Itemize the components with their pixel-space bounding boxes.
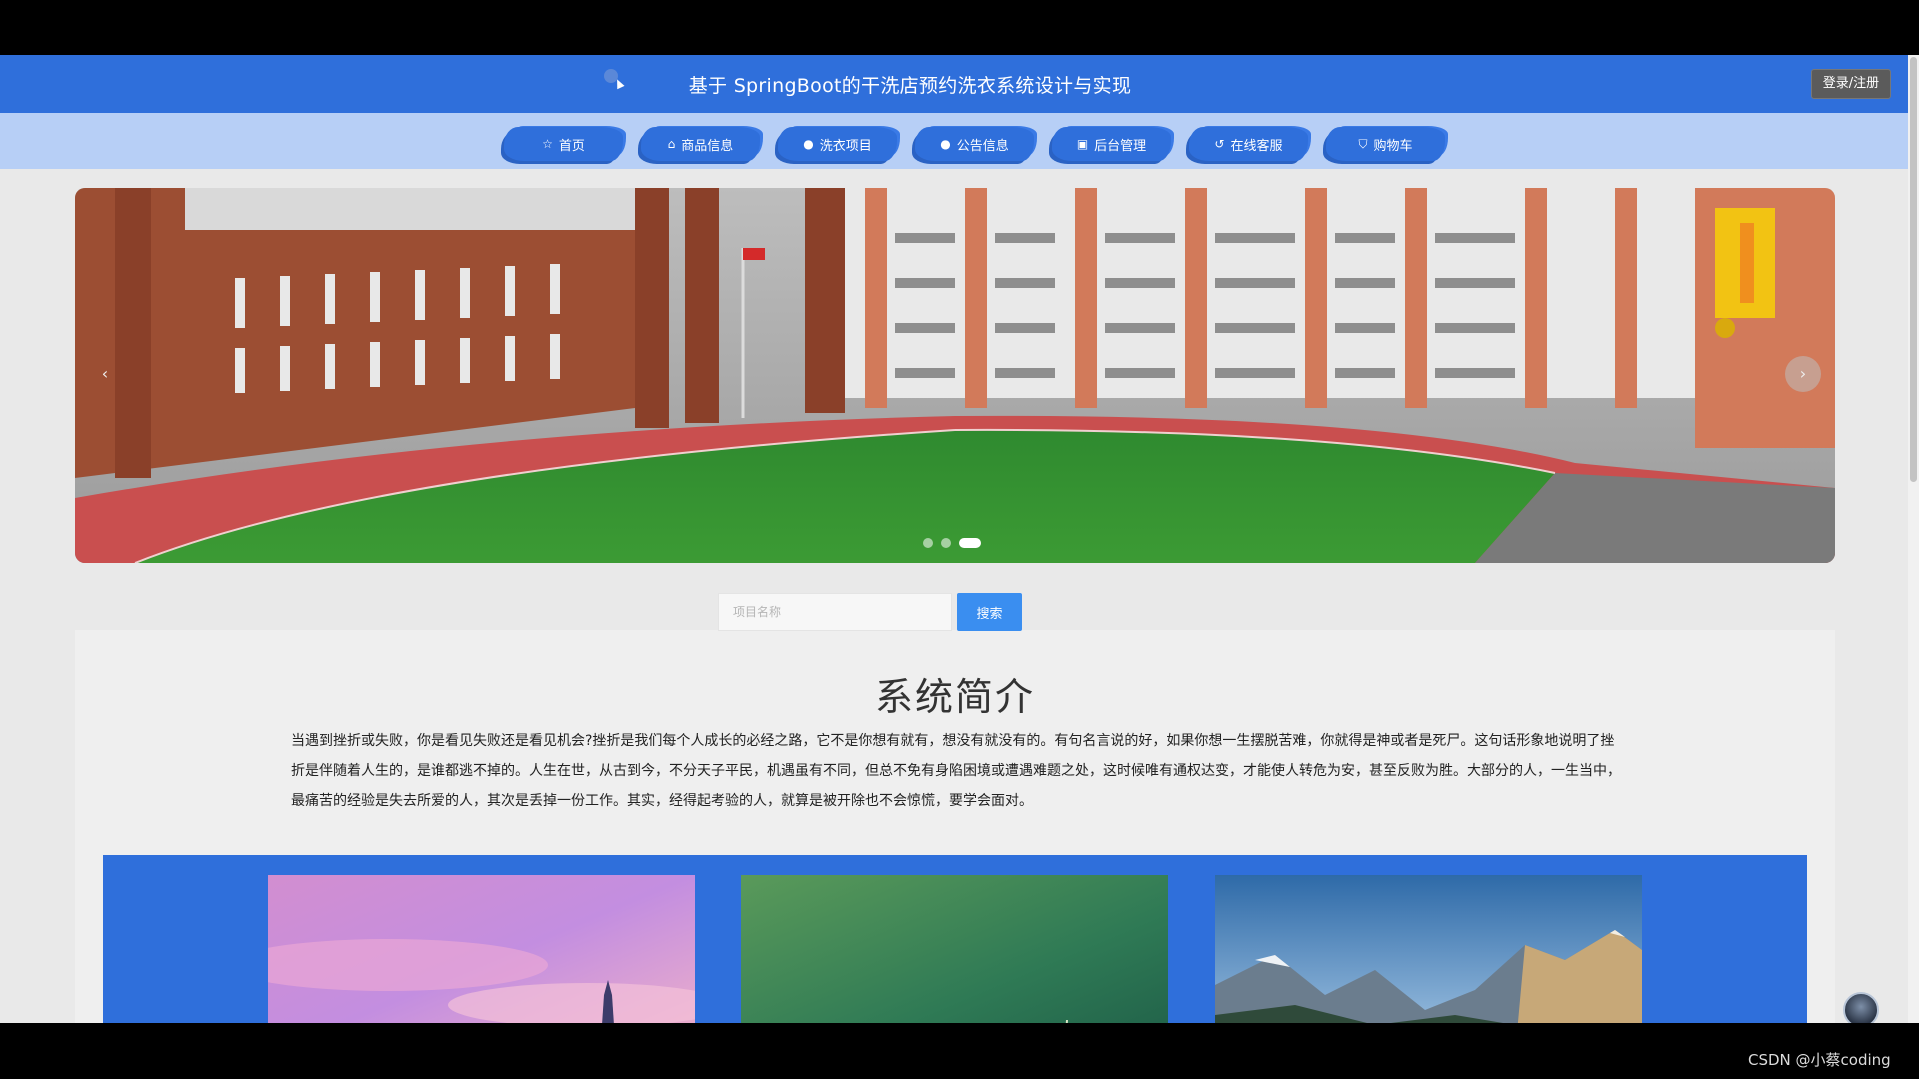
bag-icon: ⌂ [667, 137, 676, 151]
gallery-card-mountains[interactable] [1215, 875, 1642, 1023]
carousel-indicators [923, 538, 981, 548]
nav-bar: ☆ 首页 ⌂ 商品信息 ● 洗衣项目 ● 公告信息 ▣ 后台管理 ↺ 在线客服 ⛉ 购物车 [0, 113, 1908, 169]
carousel-dot[interactable] [923, 538, 933, 548]
star-icon: ☆ [542, 137, 553, 151]
nav-item-2[interactable]: ● 洗衣项目 [778, 127, 897, 161]
search-button[interactable]: 搜索 [957, 593, 1022, 631]
nav-item-label: 后台管理 [1094, 138, 1147, 154]
gallery-image-sunset [268, 875, 695, 1023]
intro-text: 当遇到挫折或失败，你是看见失败还是看见机会?挫折是我们每个人成长的必经之路，它不… [291, 733, 1621, 809]
nav-item-5[interactable]: ↺ 在线客服 [1189, 127, 1308, 161]
nav-item-label: 在线客服 [1230, 138, 1283, 154]
carousel-next-button[interactable]: › [1785, 356, 1821, 392]
nav-item-label: 购物车 [1373, 138, 1413, 154]
nav-item-label: 首页 [558, 138, 585, 154]
banner-carousel[interactable]: ‹ › [75, 188, 1835, 563]
gallery-image-mountains [1215, 875, 1642, 1023]
nav-item-label: 商品信息 [681, 138, 734, 154]
top-header: 基于 SpringBoot的干洗店预约洗衣系统设计与实现 登录/注册 [0, 55, 1908, 113]
site-title: 基于 SpringBoot的干洗店预约洗衣系统设计与实现 [688, 75, 1132, 97]
cart-icon: ⛉ [1358, 136, 1368, 151]
nav-item-1[interactable]: ⌂ 商品信息 [641, 127, 760, 161]
carousel-prev-button[interactable]: ‹ [87, 356, 123, 392]
gallery-card-sunset[interactable] [268, 875, 695, 1023]
intro-title: 系统简介 [874, 675, 1035, 719]
gallery-card-grass[interactable] [741, 875, 1168, 1023]
headset-icon: ↺ [1214, 137, 1225, 151]
gallery-image-grass [741, 875, 1168, 1023]
video-frame: 基于 SpringBoot的干洗店预约洗衣系统设计与实现 登录/注册 ☆ 首页 ⌂ 商… [0, 0, 1919, 1079]
login-register-button[interactable]: 登录/注册 [1811, 69, 1891, 99]
nav-item-label: 公告信息 [956, 138, 1009, 154]
nav-item-label: 洗衣项目 [819, 138, 872, 154]
dashboard-icon: ▣ [1076, 137, 1089, 151]
gallery-section [103, 855, 1807, 1023]
carousel-dot[interactable] [941, 538, 951, 548]
search-input[interactable] [718, 593, 952, 631]
nav-list: ☆ 首页 ⌂ 商品信息 ● 洗衣项目 ● 公告信息 ▣ 后台管理 ↺ 在线客服 ⛉ 购物车 [504, 127, 1445, 161]
nav-item-3[interactable]: ● 公告信息 [915, 127, 1034, 161]
scrollbar-thumb[interactable] [1910, 57, 1917, 482]
question-icon: ● [940, 137, 951, 151]
banner-image [75, 188, 1835, 563]
floating-chat-button[interactable] [1843, 992, 1879, 1023]
nav-item-4[interactable]: ▣ 后台管理 [1052, 127, 1171, 161]
nav-item-0[interactable]: ☆ 首页 [504, 127, 623, 161]
carousel-dot[interactable] [959, 538, 981, 548]
info-icon: ● [803, 137, 814, 151]
nav-item-6[interactable]: ⛉ 购物车 [1326, 127, 1445, 161]
watermark: CSDN @小蔡coding [1748, 1051, 1891, 1069]
browser-viewport: 基于 SpringBoot的干洗店预约洗衣系统设计与实现 登录/注册 ☆ 首页 ⌂ 商… [0, 55, 1919, 1023]
